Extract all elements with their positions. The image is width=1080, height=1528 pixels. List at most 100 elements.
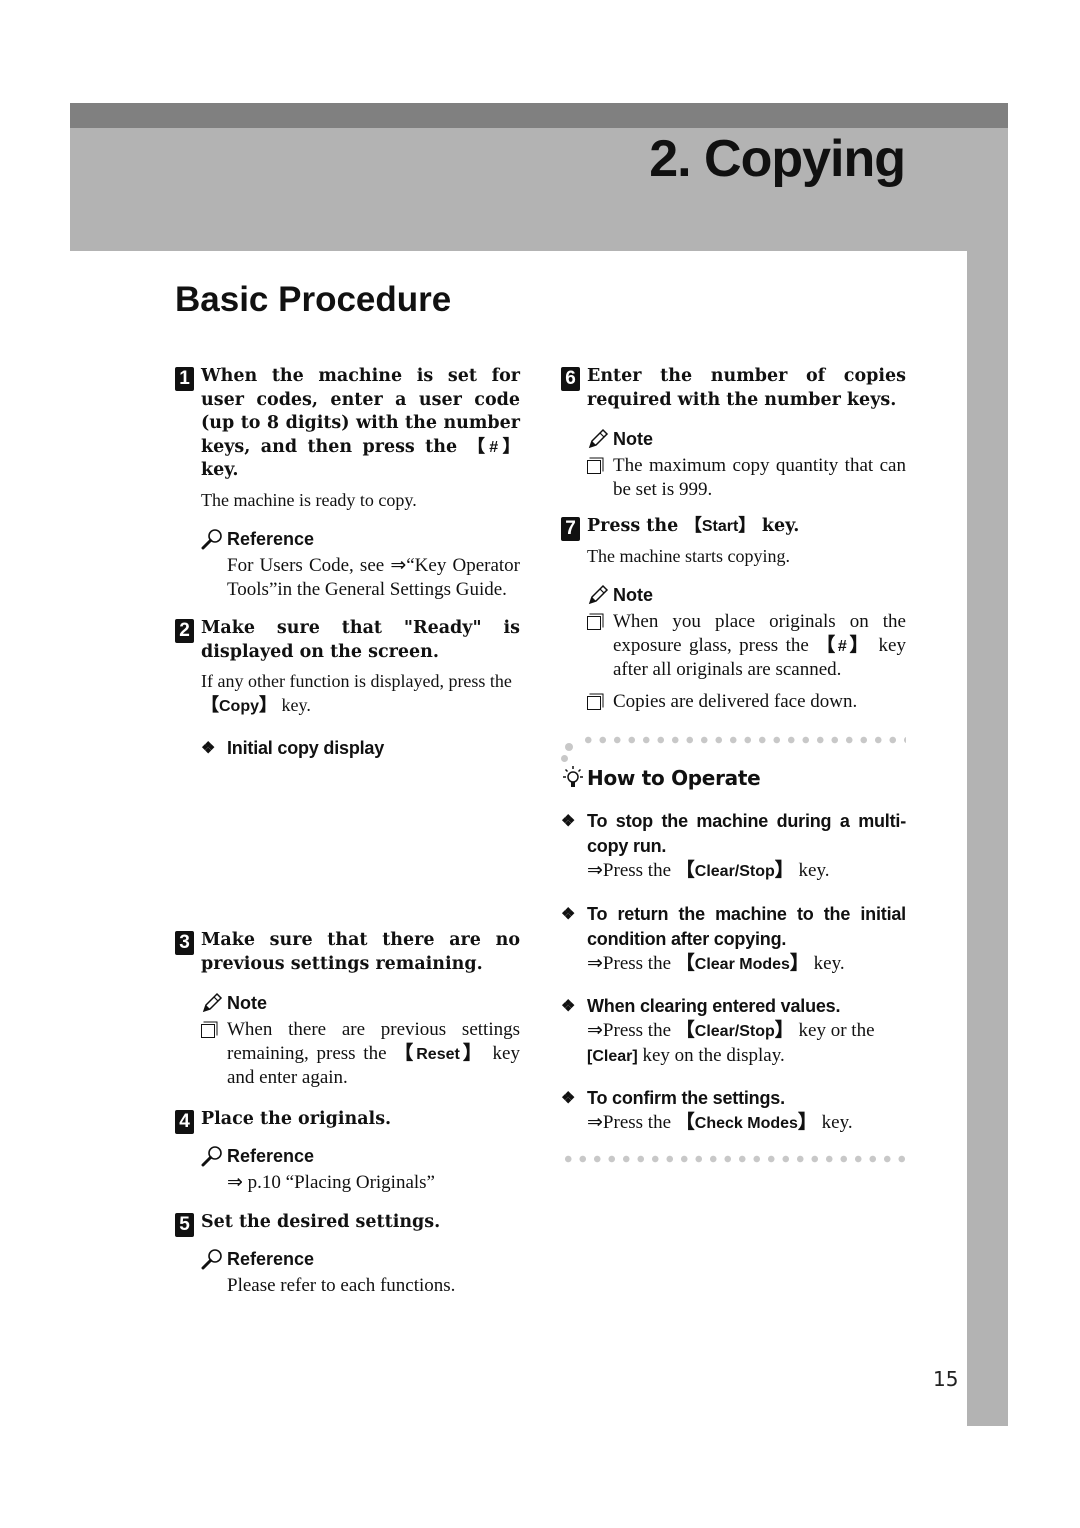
hto-heading-text: To stop the machine during a multi-copy … [587, 811, 906, 856]
checkbox-icon [587, 460, 601, 474]
left-column: 1 When the machine is set for user codes… [175, 365, 520, 1298]
text: key. [793, 860, 830, 881]
key-bracket: 】 [259, 694, 277, 716]
key-label: Reset [416, 1045, 460, 1063]
key-bracket: 【 [467, 436, 490, 457]
dotted-divider-bottom [561, 1153, 906, 1164]
step-3: 3 Make sure that there are no previous s… [175, 929, 520, 1090]
key-bracket: 】 [459, 1041, 485, 1064]
step-7: 7 Press the 【Start】 key. The machine sta… [561, 515, 906, 713]
how-to-operate-box: How to Operate ❖ To stop the machine dur… [561, 735, 906, 1164]
chapter-title: 2. Copying [649, 130, 906, 188]
hto-heading-text: To confirm the settings. [587, 1088, 785, 1108]
text: key on the display. [637, 1044, 785, 1066]
key-bracket: 【 [394, 1041, 417, 1064]
key-label: Clear/Stop [694, 1023, 775, 1040]
step-body: If any other function is displayed, pres… [201, 670, 520, 718]
pencil-icon [588, 584, 609, 605]
note-item: Copies are delivered face down. [561, 690, 906, 714]
text: The maximum copy quantity that can be se… [613, 455, 906, 500]
step-title: Set the desired settings. [201, 1211, 441, 1232]
text: key. [816, 1112, 853, 1133]
dotted-divider-top [581, 735, 906, 745]
key-bracket: 【 [201, 694, 219, 716]
dot [565, 743, 573, 751]
key-label: Check Modes [694, 1115, 798, 1132]
text: Press the [587, 516, 685, 536]
magnifier-icon [201, 529, 222, 550]
pencil-icon [588, 428, 609, 449]
key-bracket: 】 [774, 1019, 794, 1041]
step-number: 3 [175, 931, 194, 955]
note-label: Note [613, 585, 653, 605]
key-label: Clear/Stop [694, 863, 775, 880]
text: key. [755, 516, 800, 536]
step-number: 6 [561, 367, 580, 391]
side-tab-bar [967, 251, 1008, 1426]
key-label: Clear Modes [694, 955, 790, 973]
reference-heading: Reference [201, 528, 520, 550]
hto-action: ⇒Press the 【Clear/Stop】 key or the [Clea… [561, 1019, 906, 1068]
how-to-operate-title: How to Operate [561, 765, 906, 791]
checkbox-icon [201, 1024, 215, 1038]
text: key. [277, 694, 311, 715]
text: key. [808, 952, 845, 974]
hto-item-heading: ❖ When clearing entered values. [561, 994, 906, 1019]
note-heading: Note [201, 992, 520, 1014]
key-bracket: 】 [789, 951, 809, 974]
note-item: The maximum copy quantity that can be se… [561, 454, 906, 501]
magnifier-icon [201, 1249, 222, 1270]
note-item: When you place originals on the exposure… [561, 610, 906, 682]
reference-text: ⇒ p.10 “Placing Originals” [227, 1172, 435, 1193]
hto-heading-text: When clearing entered values. [587, 996, 841, 1016]
key-label: Copy [219, 697, 259, 715]
key-label: [Clear] [587, 1047, 638, 1065]
key-bracket: 【 [684, 516, 702, 536]
step-title: Press the 【Start】 key. [587, 515, 906, 539]
checkbox-icon [587, 616, 601, 630]
header-top-bar [70, 103, 1008, 128]
note-heading: Note [587, 584, 906, 606]
right-column: 6 Enter the number of copies required wi… [561, 365, 906, 1164]
reference-heading: Reference [201, 1248, 520, 1270]
text: ⇒Press the [587, 860, 676, 881]
initial-copy-display-placeholder [201, 761, 520, 921]
section-title: Basic Procedure [175, 280, 452, 319]
key-bracket: 】 [774, 859, 794, 881]
key-bracket: 】 [797, 1111, 817, 1133]
step-number: 2 [175, 619, 194, 643]
note-label: Note [227, 993, 267, 1013]
reference-label: Reference [227, 529, 315, 549]
step-number: 1 [175, 367, 194, 391]
step-4: 4 Place the originals. Reference ⇒ p.10 … [175, 1108, 520, 1195]
text: key or the [793, 1020, 875, 1041]
hto-action: ⇒Press the 【Check Modes】 key. [561, 1111, 906, 1136]
reference-label: Reference [227, 1249, 315, 1269]
note-item: When there are previous settings remaini… [175, 1018, 520, 1090]
lightbulb-icon [563, 766, 583, 787]
key-bracket: 】 [738, 516, 756, 536]
subheading-text: Initial copy display [227, 738, 385, 758]
step-number: 5 [175, 1212, 194, 1237]
step-number: 7 [561, 517, 580, 541]
diamond-bullet: ❖ [561, 1090, 576, 1107]
diamond-bullet: ❖ [201, 740, 216, 757]
step-title: Make sure that "Ready" is displayed on t… [201, 618, 520, 662]
step-number: 4 [175, 1109, 194, 1134]
diamond-bullet: ❖ [561, 813, 576, 830]
step-1: 1 When the machine is set for user codes… [175, 365, 520, 601]
key-bracket: 】 [498, 436, 520, 457]
note-label: Note [613, 429, 653, 449]
hto-item-heading: ❖ To stop the machine during a multi-cop… [561, 809, 906, 859]
step-body: The machine starts copying. [587, 545, 790, 566]
step-2: 2 Make sure that "Ready" is displayed on… [175, 617, 520, 921]
key-label: # [837, 637, 847, 655]
diamond-bullet: ❖ [561, 905, 576, 923]
step-title: Make sure that there are no previous set… [201, 930, 520, 974]
how-to-operate-label: How to Operate [587, 766, 761, 790]
key-bracket: 【 [816, 633, 838, 656]
text: ⇒Press the [587, 1020, 676, 1041]
text: ⇒Press the [587, 1112, 676, 1133]
key-label: # [489, 438, 499, 456]
dot [561, 755, 568, 762]
